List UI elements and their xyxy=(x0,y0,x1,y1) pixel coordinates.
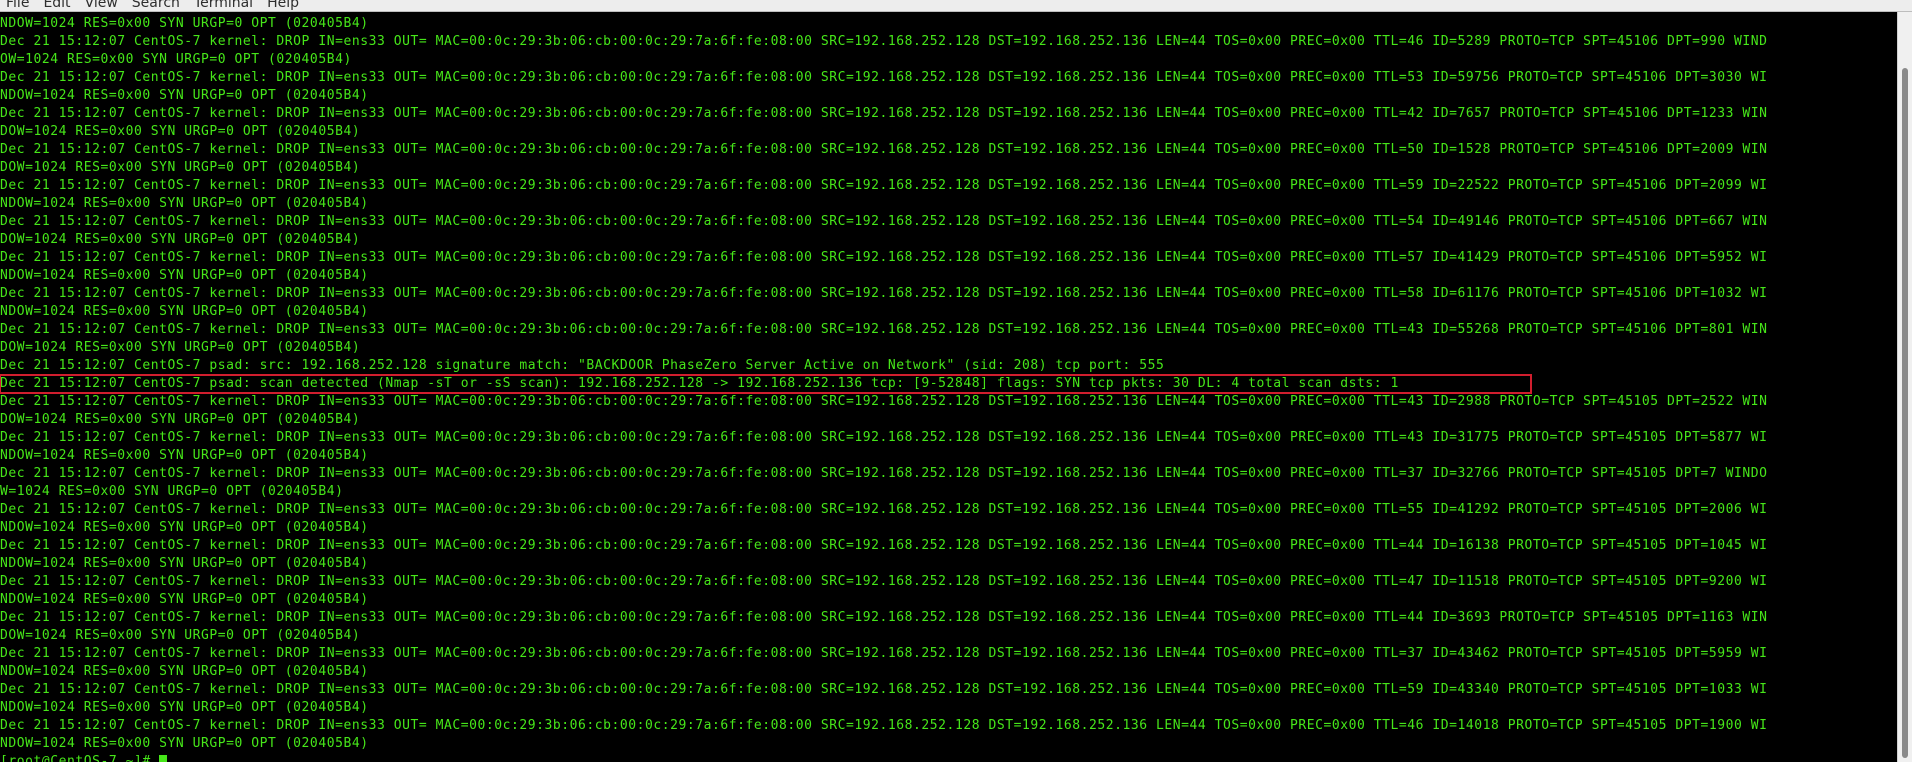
log-line: Dec 21 15:12:07 CentOS-7 kernel: DROP IN… xyxy=(0,214,1768,229)
menu-help[interactable]: Help xyxy=(267,0,313,11)
log-line: Dec 21 15:12:07 CentOS-7 kernel: DROP IN… xyxy=(0,574,1768,589)
shell-prompt: [root@CentOS-7 ~]# xyxy=(0,754,160,762)
log-line: Dec 21 15:12:07 CentOS-7 kernel: DROP IN… xyxy=(0,142,1768,157)
menu-search[interactable]: Search xyxy=(132,0,194,11)
log-line: Dec 21 15:12:07 CentOS-7 kernel: DROP IN… xyxy=(0,106,1768,121)
log-line: NDOW=1024 RES=0x00 SYN URGP=0 OPT (02040… xyxy=(0,664,369,679)
log-line: Dec 21 15:12:07 CentOS-7 kernel: DROP IN… xyxy=(0,538,1768,553)
log-line: Dec 21 15:12:07 CentOS-7 kernel: DROP IN… xyxy=(0,70,1768,85)
log-line: DOW=1024 RES=0x00 SYN URGP=0 OPT (020405… xyxy=(0,340,361,355)
vertical-scrollbar[interactable] xyxy=(1897,12,1912,762)
log-line: DOW=1024 RES=0x00 SYN URGP=0 OPT (020405… xyxy=(0,124,361,139)
log-line: NDOW=1024 RES=0x00 SYN URGP=0 OPT (02040… xyxy=(0,592,369,607)
log-line: Dec 21 15:12:07 CentOS-7 kernel: DROP IN… xyxy=(0,610,1768,625)
log-line: NDOW=1024 RES=0x00 SYN URGP=0 OPT (02040… xyxy=(0,268,369,283)
log-line: Dec 21 15:12:07 CentOS-7 kernel: DROP IN… xyxy=(0,682,1768,697)
log-line: Dec 21 15:12:07 CentOS-7 kernel: DROP IN… xyxy=(0,430,1768,445)
log-line: NDOW=1024 RES=0x00 SYN URGP=0 OPT (02040… xyxy=(0,736,369,751)
menu-view[interactable]: View xyxy=(85,0,132,11)
log-line: W=1024 RES=0x00 SYN URGP=0 OPT (020405B4… xyxy=(0,484,344,499)
log-line: Dec 21 15:12:07 CentOS-7 kernel: DROP IN… xyxy=(0,646,1768,661)
log-line: Dec 21 15:12:07 CentOS-7 kernel: DROP IN… xyxy=(0,34,1768,49)
log-line: NDOW=1024 RES=0x00 SYN URGP=0 OPT (02040… xyxy=(0,520,369,535)
scrollbar-thumb[interactable] xyxy=(1902,68,1908,758)
shell-prompt-line[interactable]: [root@CentOS-7 ~]# xyxy=(0,753,1897,762)
menu-terminal[interactable]: Terminal xyxy=(194,0,267,11)
log-line: DOW=1024 RES=0x00 SYN URGP=0 OPT (020405… xyxy=(0,160,361,175)
highlighted-scan-detected-line: Dec 21 15:12:07 CentOS-7 psad: scan dete… xyxy=(0,374,1532,394)
menu-bar: File Edit View Search Terminal Help xyxy=(0,0,1912,12)
log-line: Dec 21 15:12:07 CentOS-7 kernel: DROP IN… xyxy=(0,718,1768,733)
log-line: DOW=1024 RES=0x00 SYN URGP=0 OPT (020405… xyxy=(0,412,361,427)
log-line: Dec 21 15:12:07 CentOS-7 kernel: DROP IN… xyxy=(0,466,1768,481)
text-cursor xyxy=(159,755,168,762)
log-line: OW=1024 RES=0x00 SYN URGP=0 OPT (020405B… xyxy=(0,52,352,67)
log-line: NDOW=1024 RES=0x00 SYN URGP=0 OPT (02040… xyxy=(0,196,369,211)
log-line: DOW=1024 RES=0x00 SYN URGP=0 OPT (020405… xyxy=(0,232,361,247)
log-line: DOW=1024 RES=0x00 SYN URGP=0 OPT (020405… xyxy=(0,628,361,643)
log-line: NDOW=1024 RES=0x00 SYN URGP=0 OPT (02040… xyxy=(0,556,369,571)
menu-file[interactable]: File xyxy=(6,0,43,11)
log-line: Dec 21 15:12:07 CentOS-7 kernel: DROP IN… xyxy=(0,394,1768,409)
terminal-output[interactable]: NDOW=1024 RES=0x00 SYN URGP=0 OPT (02040… xyxy=(0,12,1897,762)
log-line: Dec 21 15:12:07 CentOS-7 kernel: DROP IN… xyxy=(0,286,1768,301)
log-line: Dec 21 15:12:07 CentOS-7 kernel: DROP IN… xyxy=(0,250,1768,265)
menu-edit[interactable]: Edit xyxy=(43,0,84,11)
terminal-window: File Edit View Search Terminal Help NDOW… xyxy=(0,0,1912,762)
psad-signature-line: Dec 21 15:12:07 CentOS-7 psad: src: 192.… xyxy=(0,358,1165,373)
log-line: NDOW=1024 RES=0x00 SYN URGP=0 OPT (02040… xyxy=(0,16,369,31)
log-line: NDOW=1024 RES=0x00 SYN URGP=0 OPT (02040… xyxy=(0,700,369,715)
log-line: NDOW=1024 RES=0x00 SYN URGP=0 OPT (02040… xyxy=(0,448,369,463)
log-line: NDOW=1024 RES=0x00 SYN URGP=0 OPT (02040… xyxy=(0,304,369,319)
log-line: Dec 21 15:12:07 CentOS-7 kernel: DROP IN… xyxy=(0,502,1768,517)
log-line: Dec 21 15:12:07 CentOS-7 kernel: DROP IN… xyxy=(0,322,1768,337)
log-lines: NDOW=1024 RES=0x00 SYN URGP=0 OPT (02040… xyxy=(0,15,1897,762)
log-line: Dec 21 15:12:07 CentOS-7 kernel: DROP IN… xyxy=(0,178,1768,193)
log-line: NDOW=1024 RES=0x00 SYN URGP=0 OPT (02040… xyxy=(0,88,369,103)
